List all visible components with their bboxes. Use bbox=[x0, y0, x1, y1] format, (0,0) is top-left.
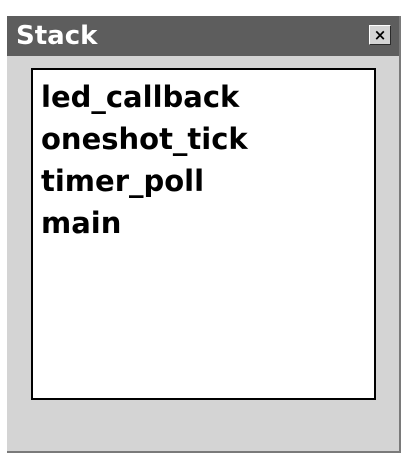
close-icon: × bbox=[373, 25, 387, 44]
stack-frame-timer-poll[interactable]: timer_poll bbox=[41, 160, 248, 202]
stack-frame-led-callback[interactable]: led_callback bbox=[41, 76, 248, 118]
stack-frame-main[interactable]: main bbox=[41, 202, 248, 244]
close-button[interactable]: × bbox=[369, 25, 391, 45]
window-title: Stack bbox=[16, 21, 98, 51]
stack-frames: led_callback oneshot_tick timer_poll mai… bbox=[41, 76, 248, 244]
title-bar[interactable]: Stack × bbox=[7, 16, 399, 56]
stack-list[interactable]: led_callback oneshot_tick timer_poll mai… bbox=[31, 68, 376, 400]
stack-window: Stack × led_callback oneshot_tick timer_… bbox=[7, 16, 401, 453]
stack-frame-oneshot-tick[interactable]: oneshot_tick bbox=[41, 118, 248, 160]
